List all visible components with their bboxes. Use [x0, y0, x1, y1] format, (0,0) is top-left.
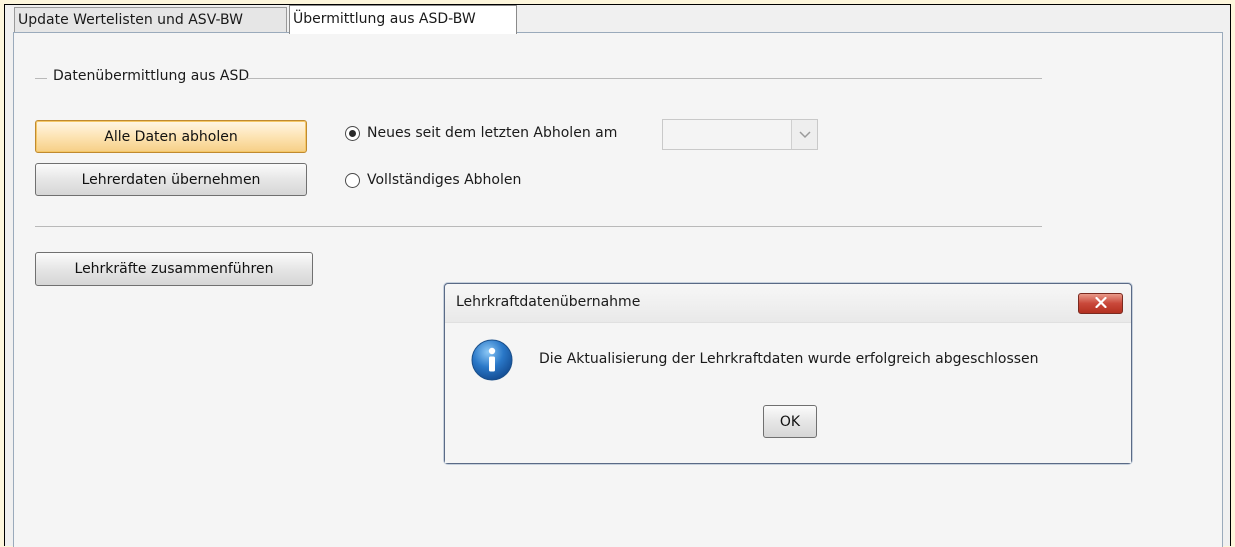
- dialog-titlebar[interactable]: Lehrkraftdatenübernahme: [445, 284, 1131, 323]
- radio-neues-label: Neues seit dem letzten Abholen am: [367, 125, 618, 141]
- alle-daten-abholen-button[interactable]: Alle Daten abholen: [35, 120, 307, 153]
- legend-line-left: [35, 78, 47, 79]
- ok-button[interactable]: OK: [763, 405, 817, 438]
- date-combobox[interactable]: [662, 119, 818, 150]
- tab-uebermittlung-asd[interactable]: Übermittlung aus ASD-BW: [289, 5, 517, 34]
- tab-update-wertelisten[interactable]: Update Wertelisten und ASV-BW: [14, 7, 287, 32]
- radio-vollstaendig-label: Vollständiges Abholen: [367, 172, 522, 188]
- message-dialog: Lehrkraftdatenübernahme Die Aktualisieru…: [444, 283, 1132, 464]
- legend-line-right: [246, 78, 1042, 79]
- chevron-down-icon[interactable]: [791, 120, 817, 149]
- application-frame: Update Wertelisten und ASV-BW Übermittlu…: [4, 4, 1231, 547]
- close-icon: [1094, 296, 1107, 312]
- dialog-body: Die Aktualisierung der Lehrkraftdaten wu…: [445, 323, 1131, 463]
- dialog-message: Die Aktualisierung der Lehrkraftdaten wu…: [539, 351, 1039, 367]
- section-divider: [35, 226, 1042, 227]
- section-legend: Datenübermittlung aus ASD: [53, 68, 250, 84]
- info-icon: [470, 338, 514, 382]
- radio-neues-row[interactable]: Neues seit dem letzten Abholen am: [345, 125, 617, 141]
- dialog-title: Lehrkraftdatenübernahme: [456, 294, 641, 310]
- radio-vollstaendig[interactable]: [345, 172, 360, 188]
- lehrerdaten-uebernehmen-button[interactable]: Lehrerdaten übernehmen: [35, 163, 307, 196]
- close-button[interactable]: [1078, 293, 1123, 314]
- radio-vollstaendig-row[interactable]: Vollständiges Abholen: [345, 172, 521, 188]
- radio-neues[interactable]: [345, 125, 360, 141]
- lehrkraefte-zusammenfuehren-button[interactable]: Lehrkräfte zusammenführen: [35, 252, 313, 286]
